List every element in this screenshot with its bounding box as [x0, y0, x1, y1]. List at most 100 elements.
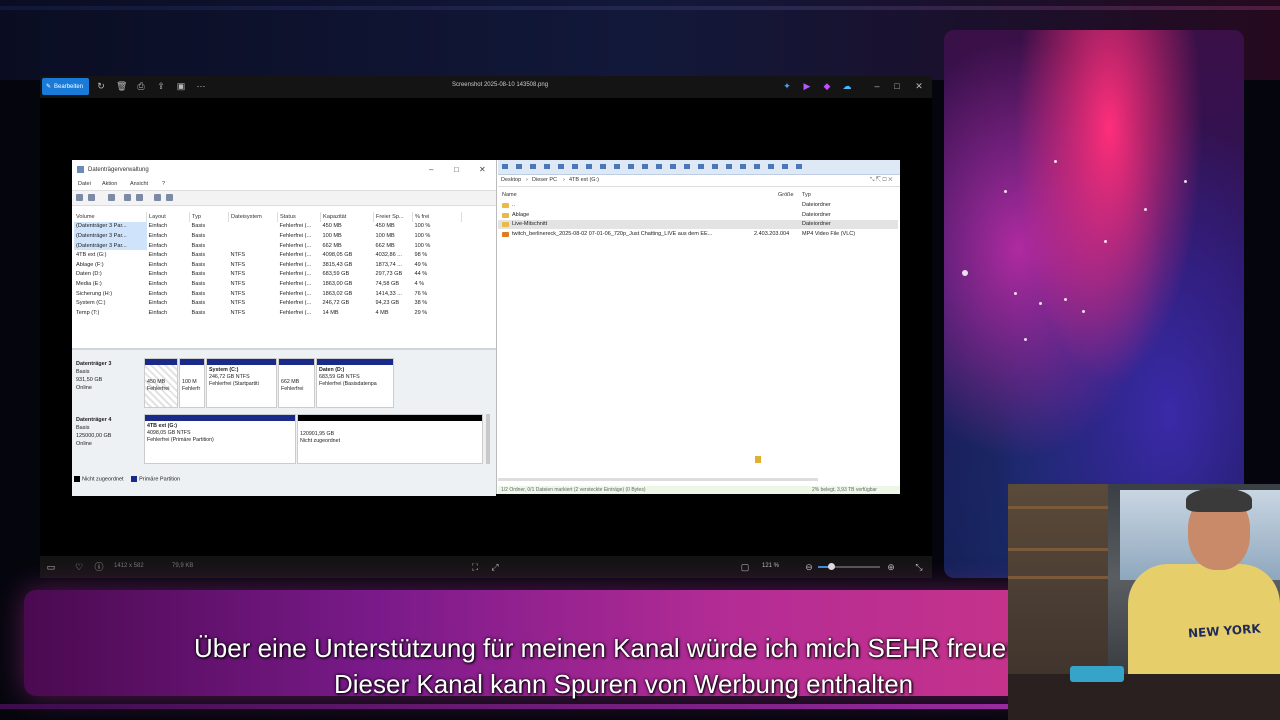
col-status[interactable]: Status	[277, 212, 321, 222]
clipchamp-icon[interactable]: ▶	[802, 81, 812, 91]
zoom-in-icon[interactable]: ⊕	[886, 562, 896, 572]
menu-aktion[interactable]: Aktion	[102, 181, 117, 187]
col-prozent-frei[interactable]: % frei	[412, 212, 462, 222]
toolbar-icon[interactable]	[544, 164, 550, 169]
toolbar-icon[interactable]	[558, 164, 564, 169]
menu-help[interactable]: ?	[162, 181, 165, 187]
table-row[interactable]: (Datenträger 3 Par... Einfach Basis Fehlerf…	[74, 240, 462, 251]
toolbar-icon[interactable]	[516, 164, 522, 169]
partition-4tb-ext[interactable]: 4TB ext (G:) 4098,05 GB NTFS Fehlerfrei …	[144, 414, 296, 464]
list-item[interactable]: twitch_berlinereck_2025-08-02 07-01-06_7…	[498, 230, 898, 239]
more-icon[interactable]: ⋯	[196, 81, 206, 91]
table-row[interactable]: (Datenträger 3 Par... Einfach Basis Fehlerf…	[74, 221, 462, 232]
col-kapazitaet[interactable]: Kapazität	[320, 212, 374, 222]
partition[interactable]: 100 M Fehlerfr	[179, 358, 205, 408]
toolbar-icon[interactable]	[530, 164, 536, 169]
zoom-level[interactable]: 121 %	[762, 563, 779, 569]
view-mode-icon[interactable]: ▢	[740, 562, 750, 572]
toolbar-icon[interactable]	[502, 164, 508, 169]
list-item[interactable]: Live-Mitschnitt Dateiordner	[498, 220, 898, 229]
col-dateisystem[interactable]: Dateisystem	[228, 212, 278, 222]
table-row[interactable]: Temp (T:) Einfach Basis NTFS Fehlerfrei (...…	[74, 308, 462, 318]
col-typ[interactable]: Typ	[802, 192, 811, 198]
partition[interactable]: 662 MB Fehlerfrei	[278, 358, 315, 408]
list-item[interactable]: Ablage Dateiordner	[498, 211, 898, 220]
help-icon[interactable]	[124, 194, 131, 201]
toolbar-icon[interactable]	[586, 164, 592, 169]
table-row[interactable]: Daten (D:) Einfach Basis NTFS Fehlerfrei (..…	[74, 270, 462, 280]
scrollbar[interactable]	[486, 414, 490, 464]
table-row[interactable]: Media (E:) Einfach Basis NTFS Fehlerfrei (..…	[74, 279, 462, 289]
list-item[interactable]: .. Dateiordner	[498, 201, 898, 210]
partition-system[interactable]: System (C:) 246,72 GB NTFS Fehlerfrei (S…	[206, 358, 277, 408]
toolbar-icon[interactable]	[600, 164, 606, 169]
forward-icon[interactable]	[88, 194, 95, 201]
cloud-icon[interactable]: ☁	[842, 81, 852, 91]
properties-icon[interactable]	[154, 194, 161, 201]
partition[interactable]: 450 MB Fehlerfrei	[144, 358, 178, 408]
toolbar-icon[interactable]	[698, 164, 704, 169]
zoom-slider-knob[interactable]	[828, 563, 835, 570]
partition-unallocated[interactable]: 120901,95 GB Nicht zugeordnet	[297, 414, 483, 464]
toolbar-icon[interactable]	[572, 164, 578, 169]
fullscreen-icon[interactable]: ⤡	[914, 562, 924, 572]
edit-image-icon[interactable]: ✦	[782, 81, 792, 91]
col-typ[interactable]: Typ	[189, 212, 229, 222]
dm-close-icon[interactable]: ✕	[479, 165, 486, 174]
toolbar-icon[interactable]	[642, 164, 648, 169]
share-icon[interactable]: ⇪	[156, 81, 166, 91]
table-row[interactable]: 4TB ext (G:) Einfach Basis NTFS Fehlerfrei (…	[74, 250, 462, 260]
table-row[interactable]: Ablage (F:) Einfach Basis NTFS Fehlerfrei (.…	[74, 260, 462, 270]
list-icon[interactable]	[136, 194, 143, 201]
menu-ansicht[interactable]: Ansicht	[130, 181, 148, 187]
refresh-icon[interactable]	[166, 194, 173, 201]
menu-datei[interactable]: Datei	[78, 181, 91, 187]
back-icon[interactable]	[76, 194, 83, 201]
favorite-icon[interactable]: ♡	[74, 562, 84, 572]
toolbar-icon[interactable]	[782, 164, 788, 169]
edit-button[interactable]: ✎ Bearbeiten	[42, 78, 89, 95]
toolbar-icon[interactable]	[656, 164, 662, 169]
minimize-icon[interactable]: –	[872, 81, 882, 91]
address-bar[interactable]: Desktop › Dieser PC › 4TB ext (G:) ⤡ ⇱ ▢…	[498, 175, 900, 187]
toolbar-icon[interactable]	[726, 164, 732, 169]
col-freier-speicher[interactable]: Freier Sp...	[373, 212, 413, 222]
zoom-slider[interactable]	[818, 563, 880, 570]
toolbar-icon[interactable]	[754, 164, 760, 169]
col-layout[interactable]: Layout	[146, 212, 190, 222]
breadcrumb-this-pc[interactable]: Dieser PC	[532, 177, 557, 183]
toolbar-icon[interactable]	[684, 164, 690, 169]
breadcrumb-desktop[interactable]: Desktop	[501, 177, 521, 183]
toolbar-icon[interactable]	[670, 164, 676, 169]
info-icon[interactable]: ▣	[176, 81, 186, 91]
table-row[interactable]: System (C:) Einfach Basis NTFS Fehlerfrei (.…	[74, 298, 462, 308]
toolbar-icon[interactable]	[712, 164, 718, 169]
rotate-icon[interactable]: ↻	[96, 81, 106, 91]
print-icon[interactable]: ⎙	[136, 81, 146, 91]
col-groesse[interactable]: Größe	[778, 192, 794, 198]
view-icon[interactable]	[108, 194, 115, 201]
zoom-out-icon[interactable]: ⊖	[804, 562, 814, 572]
horizontal-scrollbar[interactable]	[498, 478, 818, 481]
breadcrumb-drive[interactable]: 4TB ext (G:)	[569, 177, 599, 183]
toolbar-icon[interactable]	[614, 164, 620, 169]
toolbar-icon[interactable]	[796, 164, 802, 169]
filmstrip-icon[interactable]: ▭	[46, 562, 56, 572]
table-row[interactable]: Sicherung (H:) Einfach Basis NTFS Fehlerfrei…	[74, 289, 462, 299]
col-volume[interactable]: Volume	[74, 212, 147, 222]
dm-minimize-icon[interactable]: –	[429, 165, 433, 174]
close-icon[interactable]: ✕	[914, 81, 924, 91]
col-name[interactable]: Name	[502, 192, 517, 198]
info-circle-icon[interactable]: ⓘ	[94, 562, 104, 572]
fit-icon[interactable]: ⛶	[470, 562, 480, 572]
toolbar-icon[interactable]	[740, 164, 746, 169]
designer-icon[interactable]: ◆	[822, 81, 832, 91]
window-controls-icon[interactable]: ⤡ ⇱ ▢ ✕	[870, 177, 892, 184]
actual-size-icon[interactable]: ⤢	[490, 562, 500, 572]
dm-maximize-icon[interactable]: □	[454, 165, 459, 174]
partition-daten[interactable]: Daten (D:) 683,59 GB NTFS Fehlerfrei (Ba…	[316, 358, 394, 408]
toolbar-icon[interactable]	[628, 164, 634, 169]
delete-icon[interactable]: 🗑	[116, 81, 127, 91]
toolbar-icon[interactable]	[768, 164, 774, 169]
maximize-icon[interactable]: □	[892, 81, 902, 91]
